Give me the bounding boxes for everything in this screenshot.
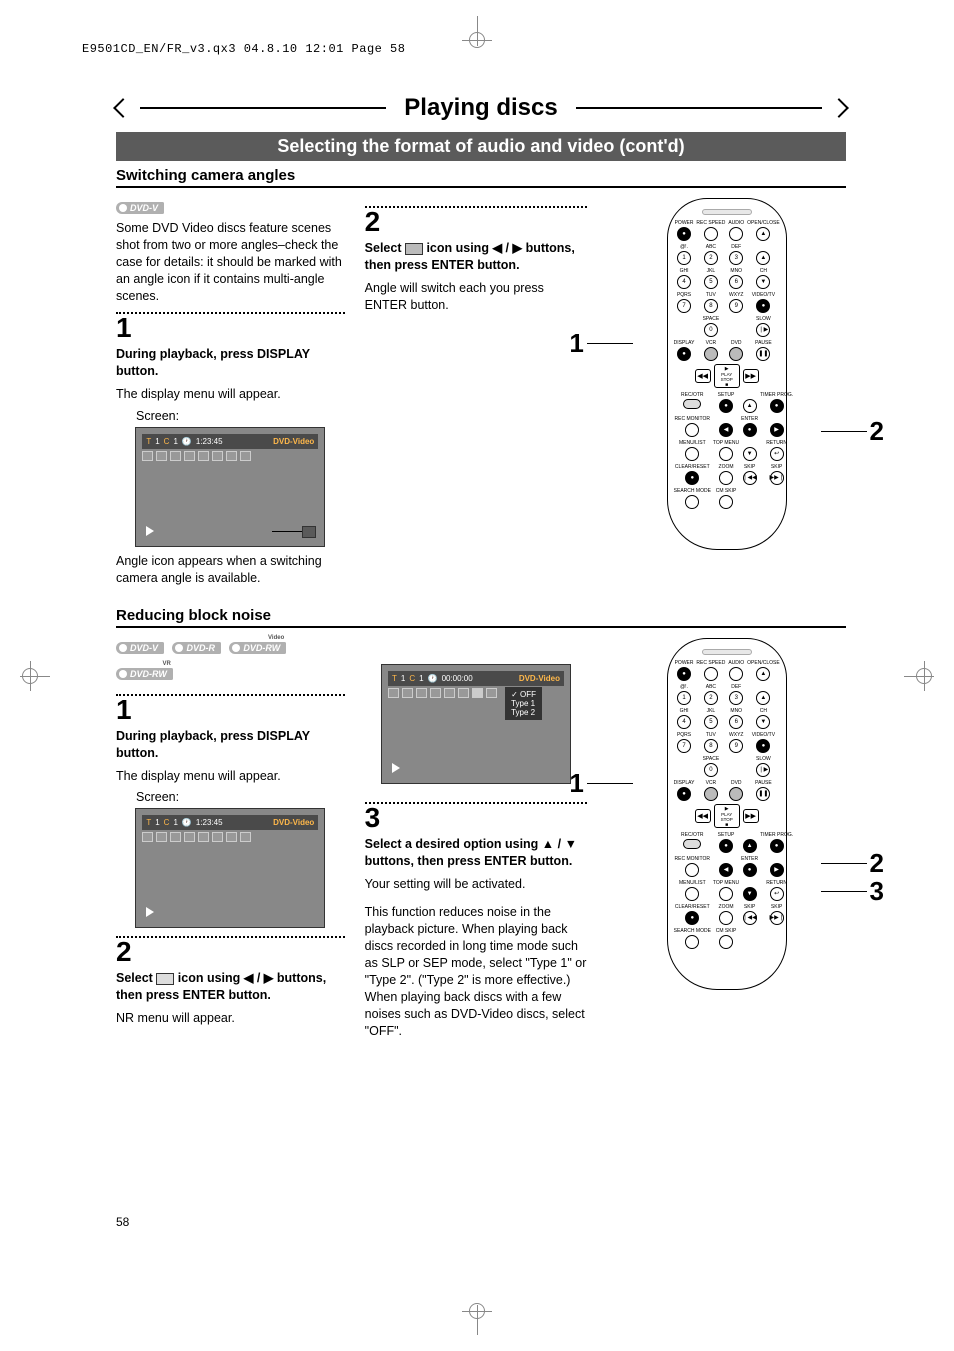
dvd-rw-vr-badge-icon: VRDVD-RW	[116, 668, 173, 680]
nr-icon	[156, 973, 174, 985]
osd-mini-icon	[212, 451, 223, 461]
osd-mini-icon	[170, 451, 181, 461]
play-icon	[392, 763, 400, 773]
step1-heading: During playback, press DISPLAY button.	[116, 728, 345, 762]
step1-body: The display menu will appear.	[116, 386, 345, 403]
callout-3: 3	[821, 876, 884, 907]
osd-mini-icon	[142, 451, 153, 461]
section-heading-noise: Reducing block noise	[116, 607, 846, 628]
step-number-1: 1	[116, 314, 345, 342]
remote-diagram-1: POWER● REC SPEED AUDIO OPEN/CLOSE▲ @!.1 …	[667, 198, 787, 550]
callout-1: 1	[569, 328, 632, 359]
nr-options-popup: OFF Type 1 Type 2	[505, 687, 542, 720]
step-number-2: 2	[365, 208, 588, 236]
step2-heading: Select icon using ◀ / ▶ buttons, then pr…	[116, 970, 345, 1004]
callout-2: 2	[821, 848, 884, 879]
osd-mini-icon	[226, 451, 237, 461]
print-file-header: E9501CD_EN/FR_v3.qx3 04.8.10 12:01 Page …	[82, 42, 405, 56]
step1-body: The display menu will appear.	[116, 768, 345, 785]
dvd-v-badge-icon: DVD-V	[116, 642, 164, 654]
osd-mini-icon	[184, 451, 195, 461]
callout-1: 1	[569, 768, 632, 799]
screen-label: Screen:	[136, 409, 345, 423]
section-heading-camera: Switching camera angles	[116, 167, 846, 188]
rew-button-icon: ◀◀	[695, 369, 711, 383]
dvd-v-badge-icon: DVD-V	[116, 202, 164, 214]
step-number-2: 2	[116, 938, 345, 966]
callout-2: 2	[821, 416, 884, 447]
dvd-r-badge-icon: DVD-R	[172, 642, 221, 654]
rule-line	[140, 107, 386, 109]
play-stop-button-icon: ▶PLAYSTOP■	[714, 364, 740, 388]
rule-line	[576, 107, 822, 109]
osd-mini-icon	[198, 451, 209, 461]
osd-screenshot-2: T1 C1 🕐1:23:45 DVD-Video	[135, 808, 325, 928]
page-title: Playing discs	[396, 94, 565, 122]
osd-screenshot-3: T1 C1 🕐00:00:00 DVD-Video OFF Type 1 Typ…	[381, 664, 571, 784]
osd-mini-icon	[240, 451, 251, 461]
camera-angle-icon	[302, 526, 316, 538]
subtitle-bar: Selecting the format of audio and video …	[116, 132, 846, 161]
screen-label: Screen:	[136, 790, 345, 804]
step2-body: NR menu will appear.	[116, 1010, 345, 1027]
step-number-3: 3	[365, 804, 588, 832]
osd-screenshot-1: T1 C1 🕐1:23:45 DVD-Video	[135, 427, 325, 547]
step3-body2: This function reduces noise in the playb…	[365, 904, 588, 1039]
intro-text: Some DVD Video discs feature scenes shot…	[116, 220, 345, 304]
chevron-left-icon	[113, 98, 133, 118]
step3-body1: Your setting will be activated.	[365, 876, 588, 893]
step2-body: Angle will switch each you press ENTER b…	[365, 280, 588, 314]
ff-button-icon: ▶▶	[743, 369, 759, 383]
osd-mini-icon	[156, 451, 167, 461]
angle-note: Angle icon appears when a switching came…	[116, 553, 345, 587]
page-number: 58	[116, 1215, 129, 1229]
page-title-bar: Playing discs	[116, 94, 846, 122]
play-icon	[146, 907, 154, 917]
step1-heading: During playback, press DISPLAY button.	[116, 346, 345, 380]
dvd-rw-video-badge-icon: VideoDVD-RW	[229, 642, 286, 654]
step2-heading: Select icon using ◀ / ▶ buttons, then pr…	[365, 240, 588, 274]
step3-heading: Select a desired option using ▲ / ▼ butt…	[365, 836, 588, 870]
camera-angle-icon	[405, 243, 423, 255]
step-number-1: 1	[116, 696, 345, 724]
chevron-right-icon	[829, 98, 849, 118]
remote-diagram-2: POWER● REC SPEED AUDIO OPEN/CLOSE▲ @!.1 …	[667, 638, 787, 990]
play-icon	[146, 526, 154, 536]
